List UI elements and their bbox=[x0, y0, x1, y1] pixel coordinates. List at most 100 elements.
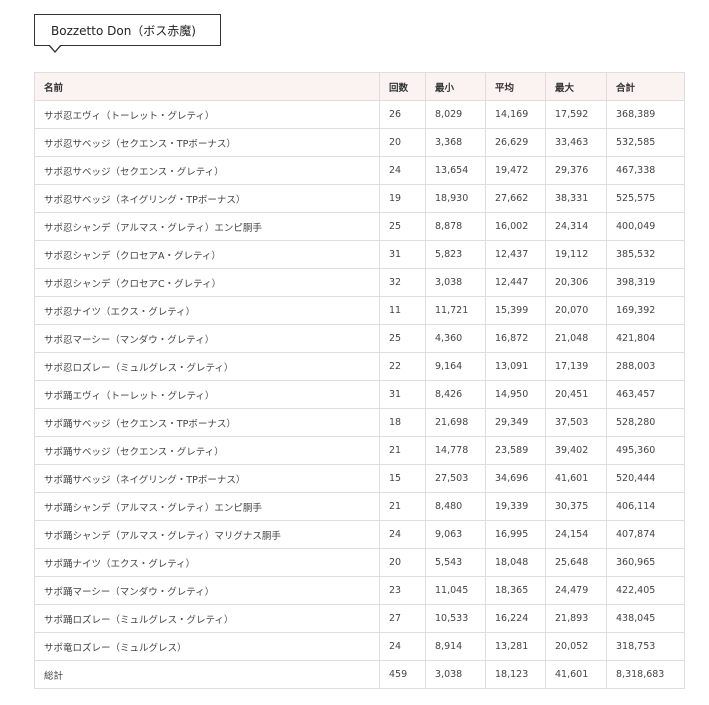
cell-count: 31 bbox=[379, 380, 426, 409]
cell-avg: 13,281 bbox=[485, 632, 546, 661]
cell-count: 18 bbox=[379, 408, 426, 437]
cell-max: 20,451 bbox=[545, 380, 607, 409]
cell-min: 18,930 bbox=[425, 184, 486, 213]
cell-count: 459 bbox=[379, 660, 426, 689]
cell-min: 13,654 bbox=[425, 156, 486, 185]
table-row: サポ忍シャンデ（アルマス・グレティ）エンピ胴手 25 8,878 16,002 24,3… bbox=[34, 212, 685, 241]
cell-name: サポ忍マーシー（マンダウ・グレティ） bbox=[34, 324, 380, 353]
cell-total: 495,360 bbox=[606, 436, 685, 465]
cell-total: 318,753 bbox=[606, 632, 685, 661]
cell-max: 41,601 bbox=[545, 660, 607, 689]
cell-count: 31 bbox=[379, 240, 426, 269]
cell-total: 398,319 bbox=[606, 268, 685, 297]
cell-min: 5,543 bbox=[425, 548, 486, 577]
cell-max: 39,402 bbox=[545, 436, 607, 465]
table-row: サポ忍ナイツ（エクス・グレティ） 11 11,721 15,399 20,070 169,… bbox=[34, 296, 685, 325]
cell-count: 23 bbox=[379, 576, 426, 605]
cell-avg: 12,447 bbox=[485, 268, 546, 297]
cell-total: 525,575 bbox=[606, 184, 685, 213]
cell-avg: 15,399 bbox=[485, 296, 546, 325]
table-row: サポ踊マーシー（マンダウ・グレティ） 23 11,045 18,365 24,479 42… bbox=[34, 576, 685, 605]
cell-total: 532,585 bbox=[606, 128, 685, 157]
cell-total: 406,114 bbox=[606, 492, 685, 521]
cell-count: 11 bbox=[379, 296, 426, 325]
cell-total: 8,318,683 bbox=[606, 660, 685, 689]
cell-total: 360,965 bbox=[606, 548, 685, 577]
table-row: サポ忍シャンデ（クロセアA・グレティ） 31 5,823 12,437 19,112 38… bbox=[34, 240, 685, 269]
cell-total: 422,405 bbox=[606, 576, 685, 605]
cell-total: 169,392 bbox=[606, 296, 685, 325]
cell-max: 17,139 bbox=[545, 352, 607, 381]
cell-name: サポ踊サベッジ（セクエンス・グレティ） bbox=[34, 436, 380, 465]
cell-min: 8,914 bbox=[425, 632, 486, 661]
cell-max: 19,112 bbox=[545, 240, 607, 269]
cell-min: 9,164 bbox=[425, 352, 486, 381]
table-row: サポ忍エヴィ（トーレット・グレティ） 26 8,029 14,169 17,592 368… bbox=[34, 100, 685, 129]
cell-min: 11,045 bbox=[425, 576, 486, 605]
cell-avg: 16,224 bbox=[485, 604, 546, 633]
table-row: サポ忍マーシー（マンダウ・グレティ） 25 4,360 16,872 21,048 421… bbox=[34, 324, 685, 353]
cell-avg: 19,472 bbox=[485, 156, 546, 185]
cell-total: 438,045 bbox=[606, 604, 685, 633]
cell-avg: 18,048 bbox=[485, 548, 546, 577]
table-total-row: 総計 459 3,038 18,123 41,601 8,318,683 bbox=[34, 660, 685, 689]
cell-count: 19 bbox=[379, 184, 426, 213]
cell-max: 41,601 bbox=[545, 464, 607, 493]
table-row: サポ忍シャンデ（クロセアC・グレティ） 32 3,038 12,447 20,306 39… bbox=[34, 268, 685, 297]
cell-min: 8,029 bbox=[425, 100, 486, 129]
damage-stats-table: 名前 回数 最小 平均 最大 合計 サポ忍エヴィ（トーレット・グレティ） 26 8,… bbox=[34, 72, 685, 689]
cell-avg: 23,589 bbox=[485, 436, 546, 465]
cell-count: 25 bbox=[379, 212, 426, 241]
cell-count: 21 bbox=[379, 492, 426, 521]
cell-avg: 16,995 bbox=[485, 520, 546, 549]
cell-total: 400,049 bbox=[606, 212, 685, 241]
table-row: サポ忍サベッジ（セクエンス・TPボーナス） 20 3,368 26,629 33,463… bbox=[34, 128, 685, 157]
cell-max: 17,592 bbox=[545, 100, 607, 129]
cell-name: サポ忍シャンデ（アルマス・グレティ）エンピ胴手 bbox=[34, 212, 380, 241]
cell-min: 9,063 bbox=[425, 520, 486, 549]
table-row: サポ踊サベッジ（ネイグリング・TPボーナス） 15 27,503 34,696 41,6… bbox=[34, 464, 685, 493]
cell-avg: 13,091 bbox=[485, 352, 546, 381]
cell-count: 15 bbox=[379, 464, 426, 493]
cell-total: 407,874 bbox=[606, 520, 685, 549]
section-title: Bozzetto Don（ボス赤魔) bbox=[34, 14, 221, 46]
cell-count: 24 bbox=[379, 632, 426, 661]
cell-avg: 14,950 bbox=[485, 380, 546, 409]
cell-avg: 16,002 bbox=[485, 212, 546, 241]
cell-total: 520,444 bbox=[606, 464, 685, 493]
cell-min: 8,480 bbox=[425, 492, 486, 521]
cell-avg: 16,872 bbox=[485, 324, 546, 353]
cell-count: 20 bbox=[379, 128, 426, 157]
cell-min: 3,038 bbox=[425, 268, 486, 297]
header-count: 回数 bbox=[379, 72, 426, 101]
cell-avg: 27,662 bbox=[485, 184, 546, 213]
cell-name: サポ忍ロズレー（ミュルグレス・グレティ） bbox=[34, 352, 380, 381]
cell-total: 467,338 bbox=[606, 156, 685, 185]
cell-min: 8,878 bbox=[425, 212, 486, 241]
table-row: サポ忍サベッジ（ネイグリング・TPボーナス） 19 18,930 27,662 38,3… bbox=[34, 184, 685, 213]
cell-min: 11,721 bbox=[425, 296, 486, 325]
cell-count: 27 bbox=[379, 604, 426, 633]
cell-total: 421,804 bbox=[606, 324, 685, 353]
cell-name: サポ踊エヴィ（トーレット・グレティ） bbox=[34, 380, 380, 409]
cell-name: サポ踊マーシー（マンダウ・グレティ） bbox=[34, 576, 380, 605]
cell-name: サポ忍サベッジ（セクエンス・グレティ） bbox=[34, 156, 380, 185]
cell-min: 10,533 bbox=[425, 604, 486, 633]
cell-name: サポ竜ロズレー（ミュルグレス） bbox=[34, 632, 380, 661]
cell-min: 3,038 bbox=[425, 660, 486, 689]
cell-name: サポ忍エヴィ（トーレット・グレティ） bbox=[34, 100, 380, 129]
table-row: サポ踊サベッジ（セクエンス・TPボーナス） 18 21,698 29,349 37,50… bbox=[34, 408, 685, 437]
cell-name: サポ忍シャンデ（クロセアA・グレティ） bbox=[34, 240, 380, 269]
cell-max: 25,648 bbox=[545, 548, 607, 577]
cell-max: 29,376 bbox=[545, 156, 607, 185]
table-row: サポ踊シャンデ（アルマス・グレティ）マリグナス胴手 24 9,063 16,995 24… bbox=[34, 520, 685, 549]
cell-avg: 19,339 bbox=[485, 492, 546, 521]
cell-min: 14,778 bbox=[425, 436, 486, 465]
cell-max: 30,375 bbox=[545, 492, 607, 521]
speech-bubble-tail-fill bbox=[49, 44, 61, 51]
cell-name: 総計 bbox=[34, 660, 380, 689]
table-row: サポ踊ロズレー（ミュルグレス・グレティ） 27 10,533 16,224 21,893… bbox=[34, 604, 685, 633]
cell-total: 288,003 bbox=[606, 352, 685, 381]
cell-avg: 29,349 bbox=[485, 408, 546, 437]
cell-min: 3,368 bbox=[425, 128, 486, 157]
